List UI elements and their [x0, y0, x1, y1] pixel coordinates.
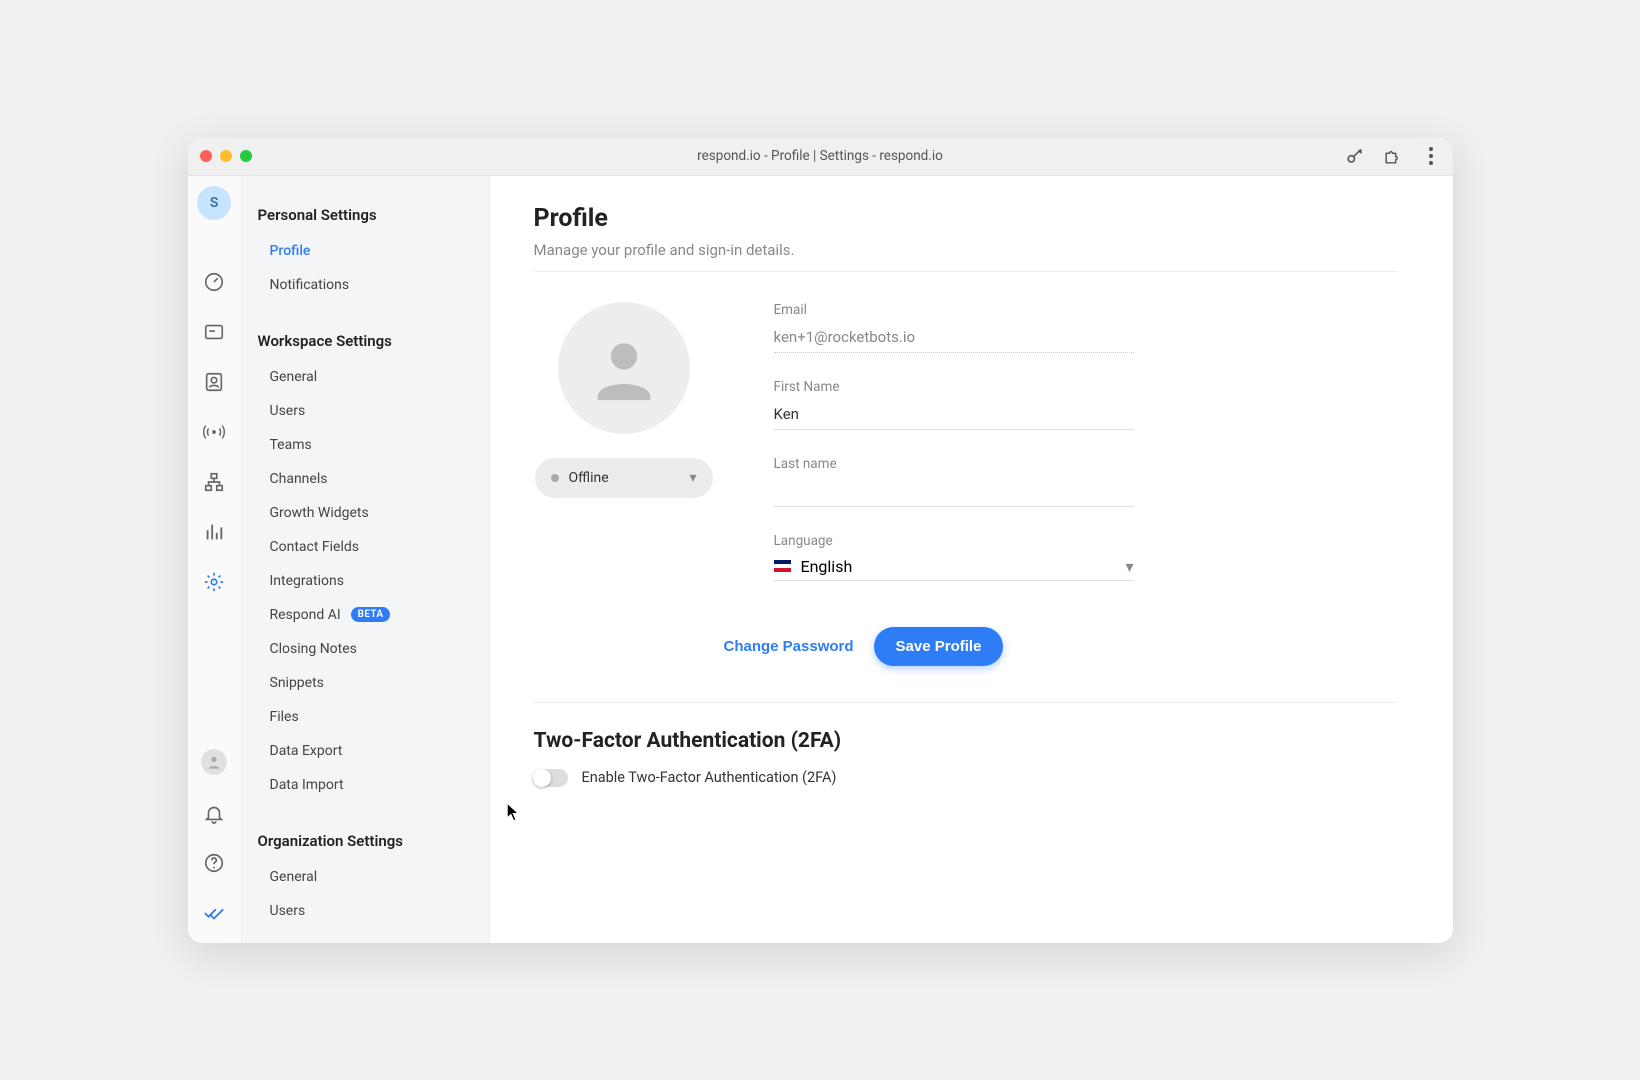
extension-icon[interactable]: [1383, 146, 1403, 166]
two-factor-row: Enable Two-Factor Authentication (2FA): [534, 769, 1397, 787]
app-window: respond.io - Profile | Settings - respon…: [188, 138, 1453, 943]
language-select[interactable]: English ▾: [774, 553, 1134, 581]
workspace-avatar[interactable]: S: [197, 186, 231, 220]
first-name-field-group: First Name: [774, 379, 1134, 430]
form-actions: Change Password Save Profile: [724, 627, 1397, 666]
two-factor-label: Enable Two-Factor Authentication (2FA): [582, 769, 837, 786]
rail-top: S: [197, 186, 231, 594]
cursor-pointer-icon: [506, 802, 520, 822]
sidebar-item-data-import[interactable]: Data Import: [242, 768, 489, 802]
minimize-window-button[interactable]: [220, 150, 232, 162]
profile-avatar[interactable]: [558, 302, 690, 434]
sidebar-item-profile[interactable]: Profile: [242, 234, 489, 268]
window-controls: [200, 150, 252, 162]
language-value: English: [801, 557, 1116, 576]
email-label: Email: [774, 302, 1134, 318]
main-content: Profile Manage your profile and sign-in …: [490, 176, 1453, 943]
sidebar-item-channels[interactable]: Channels: [242, 462, 489, 496]
titlebar-right: [1345, 146, 1441, 166]
profile-form: Offline ▾ Email ken+1@rocketbots.io Firs…: [534, 302, 1397, 607]
key-icon[interactable]: [1345, 146, 1365, 166]
beta-badge: BETA: [351, 607, 391, 622]
last-name-label: Last name: [774, 456, 1134, 472]
fields-column: Email ken+1@rocketbots.io First Name Las…: [774, 302, 1134, 607]
sidebar-item-notifications[interactable]: Notifications: [242, 268, 489, 302]
user-avatar-small[interactable]: [201, 749, 227, 775]
first-name-input[interactable]: [774, 399, 1134, 430]
toggle-knob: [533, 769, 551, 787]
email-field-group: Email ken+1@rocketbots.io: [774, 302, 1134, 353]
email-value: ken+1@rocketbots.io: [774, 322, 1134, 353]
status-select[interactable]: Offline ▾: [535, 458, 713, 498]
page-subtitle: Manage your profile and sign-in details.: [534, 241, 1397, 259]
status-dot-icon: [551, 474, 559, 482]
sidebar-item-data-export[interactable]: Data Export: [242, 734, 489, 768]
first-name-label: First Name: [774, 379, 1134, 395]
titlebar: respond.io - Profile | Settings - respon…: [188, 138, 1453, 176]
sidebar-item-general[interactable]: General: [242, 360, 489, 394]
contacts-icon[interactable]: [202, 370, 226, 394]
bell-icon[interactable]: [202, 801, 226, 825]
person-icon: [589, 333, 659, 403]
reports-icon[interactable]: [202, 520, 226, 544]
rail-bottom: [201, 749, 227, 943]
sidebar-section-organization: Organization Settings: [242, 822, 489, 860]
page-title: Profile: [534, 204, 1397, 233]
language-field-group: Language English ▾: [774, 533, 1134, 581]
sidebar-item-org-general[interactable]: General: [242, 860, 489, 894]
avatar-column: Offline ▾: [534, 302, 714, 607]
close-window-button[interactable]: [200, 150, 212, 162]
two-factor-heading: Two-Factor Authentication (2FA): [534, 729, 1397, 753]
checkmarks-icon[interactable]: [202, 901, 226, 925]
language-label: Language: [774, 533, 1134, 549]
last-name-field-group: Last name: [774, 456, 1134, 507]
dashboard-icon[interactable]: [202, 270, 226, 294]
sidebar-item-growth-widgets[interactable]: Growth Widgets: [242, 496, 489, 530]
help-icon[interactable]: [202, 851, 226, 875]
inbox-icon[interactable]: [202, 320, 226, 344]
sidebar-item-snippets[interactable]: Snippets: [242, 666, 489, 700]
nav-rail: S: [188, 176, 242, 943]
section-divider: [534, 702, 1397, 703]
window-title: respond.io - Profile | Settings - respon…: [697, 148, 943, 164]
maximize-window-button[interactable]: [240, 150, 252, 162]
sidebar-item-respond-ai[interactable]: Respond AI BETA: [242, 598, 489, 632]
last-name-input[interactable]: [774, 476, 1134, 507]
sidebar-item-label: Respond AI: [270, 607, 341, 623]
status-label: Offline: [569, 470, 609, 486]
chevron-down-icon: ▾: [689, 470, 696, 486]
sidebar-section-workspace: Workspace Settings: [242, 322, 489, 360]
save-profile-button[interactable]: Save Profile: [874, 627, 1004, 666]
divider: [534, 271, 1397, 272]
settings-icon[interactable]: [202, 570, 226, 594]
sidebar-item-org-users[interactable]: Users: [242, 894, 489, 928]
chevron-down-icon: ▾: [1125, 557, 1133, 576]
sidebar-item-files[interactable]: Files: [242, 700, 489, 734]
sidebar-item-integrations[interactable]: Integrations: [242, 564, 489, 598]
sidebar-item-teams[interactable]: Teams: [242, 428, 489, 462]
sidebar-section-personal: Personal Settings: [242, 196, 489, 234]
settings-sidebar: Personal Settings Profile Notifications …: [242, 176, 490, 943]
workflow-icon[interactable]: [202, 470, 226, 494]
sidebar-item-closing-notes[interactable]: Closing Notes: [242, 632, 489, 666]
flag-icon: [774, 560, 791, 572]
two-factor-toggle[interactable]: [534, 769, 568, 787]
broadcast-icon[interactable]: [202, 420, 226, 444]
sidebar-item-users[interactable]: Users: [242, 394, 489, 428]
more-icon[interactable]: [1421, 146, 1441, 166]
sidebar-item-contact-fields[interactable]: Contact Fields: [242, 530, 489, 564]
app-body: S: [188, 176, 1453, 943]
change-password-button[interactable]: Change Password: [724, 638, 854, 655]
